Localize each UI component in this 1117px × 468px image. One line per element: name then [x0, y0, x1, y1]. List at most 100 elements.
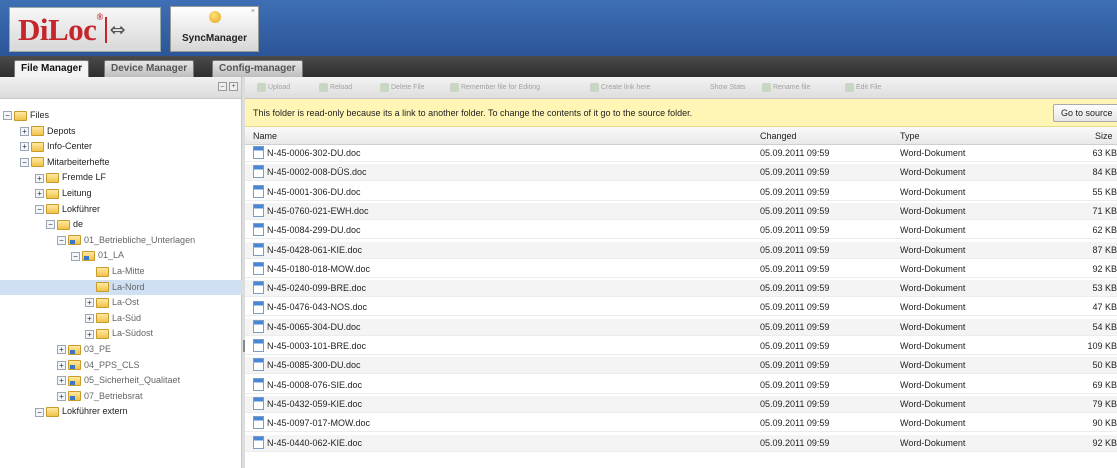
- file-name-cell: N-45-0001-306-DU.doc: [253, 184, 361, 201]
- tree-item[interactable]: La-Mitte: [0, 264, 242, 279]
- expand-toggle-icon[interactable]: +: [57, 376, 66, 386]
- reload-button[interactable]: Reload: [319, 82, 352, 94]
- table-row[interactable]: N-45-0097-017-MOW.doc 05.09.2011 09:59 Wor…: [245, 415, 1117, 433]
- show-stats-button[interactable]: Show Stats: [710, 82, 745, 94]
- tree-item[interactable]: +03_PE: [0, 342, 242, 357]
- changed-cell: 05.09.2011 09:59: [760, 418, 830, 429]
- tree-item[interactable]: − Files: [0, 108, 242, 123]
- delete-file-button[interactable]: Delete File: [380, 82, 424, 94]
- close-icon[interactable]: ×: [251, 8, 255, 15]
- linked-folder-icon: [68, 375, 81, 386]
- upload-button[interactable]: Upload: [257, 82, 290, 94]
- folder-icon: [96, 313, 109, 324]
- expand-toggle-icon[interactable]: +: [85, 313, 94, 323]
- edit-file-button[interactable]: Edit File: [845, 82, 881, 94]
- table-row[interactable]: N-45-0008-076-SIE.doc 05.09.2011 09:59 Wor…: [245, 377, 1117, 394]
- word-document-icon: [253, 416, 264, 430]
- changed-cell: 05.09.2011 09:59: [760, 379, 830, 390]
- tree-item[interactable]: − de: [0, 217, 242, 232]
- table-row[interactable]: N-45-0003-101-BRE.doc 05.09.2011 09:59 Wor…: [245, 338, 1117, 355]
- table-row[interactable]: N-45-0006-302-DU.doc 05.09.2011 09:59 Word…: [245, 145, 1117, 162]
- expand-toggle-icon[interactable]: +: [35, 189, 44, 199]
- expand-toggle-icon[interactable]: +: [85, 329, 94, 339]
- expand-toggle-icon[interactable]: +: [57, 360, 66, 370]
- tree-item[interactable]: − 01_Betriebliche_Unterlagen: [0, 233, 242, 248]
- expand-toggle-icon[interactable]: +: [57, 345, 66, 355]
- table-row[interactable]: N-45-0002-008-DÜS.doc 05.09.2011 09:59 Wor…: [245, 164, 1117, 182]
- tree-item-label: 01_Betriebliche_Unterlagen: [84, 234, 196, 245]
- table-row[interactable]: N-45-0428-061-KIE.doc 05.09.2011 09:59 Wor…: [245, 241, 1117, 259]
- collapse-toggle-icon[interactable]: −: [57, 235, 66, 245]
- folder-icon: [31, 141, 44, 152]
- collapse-all-icon[interactable]: –: [218, 82, 227, 91]
- expand-toggle-icon[interactable]: +: [57, 391, 66, 401]
- tab-config-manager[interactable]: Config-manager: [212, 60, 303, 77]
- type-cell: Word-Dokument: [900, 437, 966, 448]
- linked-folder-icon: [68, 344, 81, 355]
- expand-all-icon[interactable]: +: [229, 82, 238, 91]
- column-header-changed[interactable]: Changed: [760, 131, 797, 141]
- tree-item[interactable]: + Fremde LF: [0, 170, 242, 185]
- collapse-toggle-icon[interactable]: −: [46, 220, 55, 230]
- expand-toggle-icon[interactable]: +: [35, 173, 44, 183]
- word-document-icon: [253, 397, 264, 411]
- syncmanager-app-tab[interactable]: × SyncManager: [170, 6, 259, 52]
- rename-file-button[interactable]: Rename file: [762, 82, 810, 94]
- tree-item[interactable]: − Mitarbeiterhefte: [0, 155, 242, 170]
- collapse-toggle-icon[interactable]: −: [35, 204, 44, 214]
- tree-item[interactable]: + Info-Center: [0, 139, 242, 154]
- word-document-icon: [253, 281, 264, 295]
- tree-item[interactable]: − Lokführer extern: [0, 404, 242, 419]
- table-row[interactable]: N-45-0240-099-BRE.doc 05.09.2011 09:59 Wor…: [245, 280, 1117, 298]
- column-header-name[interactable]: Name: [253, 131, 277, 141]
- table-row[interactable]: N-45-0440-062-KIE.doc 05.09.2011 09:59 Wor…: [245, 434, 1117, 452]
- tree-item[interactable]: + Leitung: [0, 186, 242, 201]
- go-to-source-button[interactable]: Go to source: [1053, 104, 1117, 122]
- tree-item[interactable]: +07_Betriebsrat: [0, 389, 242, 404]
- expand-toggle-icon[interactable]: +: [85, 298, 94, 308]
- table-row[interactable]: N-45-0001-306-DU.doc 05.09.2011 09:59 Word…: [245, 184, 1117, 201]
- changed-cell: 05.09.2011 09:59: [760, 398, 830, 409]
- folder-icon: [46, 204, 59, 215]
- table-row[interactable]: N-45-0180-018-MOW.doc 05.09.2011 09:59 Wor…: [245, 261, 1117, 278]
- expand-toggle-icon[interactable]: +: [20, 126, 29, 136]
- table-row[interactable]: N-45-0065-304-DU.doc 05.09.2011 09:59 Word…: [245, 318, 1117, 336]
- tree-item[interactable]: +05_Sicherheit_Qualitaet: [0, 373, 242, 388]
- linked-folder-icon: [82, 251, 95, 262]
- file-name: N-45-0084-299-DU.doc: [267, 225, 361, 236]
- remember-file-button[interactable]: Remember file for Editing: [450, 82, 540, 94]
- size-cell: 53 KB: [1092, 283, 1117, 294]
- tree-item[interactable]: − 01_LA: [0, 248, 242, 263]
- create-link-button[interactable]: Create link here: [590, 82, 650, 94]
- word-document-icon: [253, 339, 264, 353]
- tree-item[interactable]: + La-Ost: [0, 295, 242, 310]
- tree-item[interactable]: + La-Südost: [0, 326, 242, 341]
- column-header-type[interactable]: Type: [900, 131, 920, 141]
- tree-item[interactable]: La-Nord: [0, 279, 242, 295]
- word-document-icon: [253, 300, 264, 314]
- table-row[interactable]: N-45-0760-021-EWH.doc 05.09.2011 09:59 Wor…: [245, 202, 1117, 220]
- rename-icon: [762, 82, 771, 92]
- table-row[interactable]: N-45-0085-300-DU.doc 05.09.2011 09:59 Word…: [245, 357, 1117, 375]
- tree-item[interactable]: +04_PPS_CLS: [0, 358, 242, 373]
- table-row[interactable]: N-45-0476-043-NOS.doc 05.09.2011 09:59 Wor…: [245, 299, 1117, 317]
- tree-toolbar: – +: [0, 77, 241, 99]
- tab-device-manager[interactable]: Device Manager: [104, 60, 195, 77]
- type-cell: Word-Dokument: [900, 225, 966, 236]
- file-name: N-45-0008-076-SIE.doc: [267, 379, 363, 390]
- tree-item[interactable]: + Depots: [0, 124, 242, 139]
- collapse-toggle-icon[interactable]: −: [3, 111, 12, 121]
- tree-item[interactable]: − Lokführer: [0, 202, 242, 217]
- collapse-toggle-icon[interactable]: −: [71, 251, 80, 261]
- column-header-size[interactable]: Size: [1095, 131, 1113, 141]
- size-cell: 92 KB: [1092, 437, 1117, 448]
- expand-toggle-icon[interactable]: +: [20, 142, 29, 152]
- collapse-toggle-icon[interactable]: −: [20, 157, 29, 167]
- collapse-toggle-icon[interactable]: −: [35, 407, 44, 417]
- tree-item-label: Info-Center: [47, 141, 93, 152]
- folder-tree-pane: – + − Files + Depots + Info-Center − Mitarbeite…: [0, 77, 242, 468]
- table-row[interactable]: N-45-0084-299-DU.doc 05.09.2011 09:59 Word…: [245, 222, 1117, 240]
- tree-item[interactable]: + La-Süd: [0, 311, 242, 326]
- tab-file-manager[interactable]: File Manager: [14, 60, 90, 77]
- table-row[interactable]: N-45-0432-059-KIE.doc 05.09.2011 09:59 Wor…: [245, 395, 1117, 413]
